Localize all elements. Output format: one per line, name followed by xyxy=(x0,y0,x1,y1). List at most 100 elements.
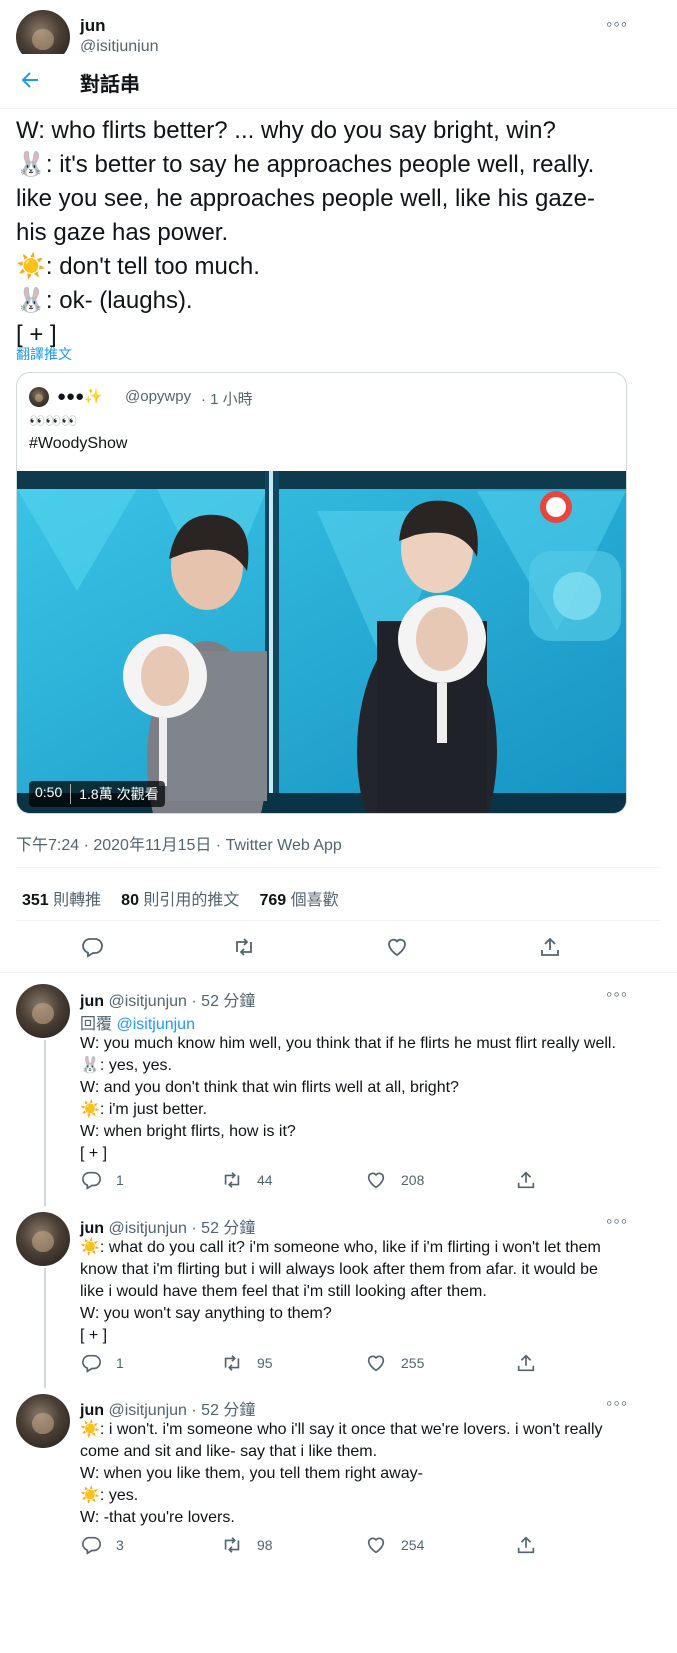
reply-name[interactable]: jun xyxy=(80,1402,104,1419)
replying-to-prefix: 回覆 xyxy=(80,1016,113,1033)
like-action[interactable]: 208 xyxy=(365,1169,424,1191)
more-icon[interactable]: ◦◦◦ xyxy=(606,14,628,35)
reply-line: 🐰: yes, yes. xyxy=(80,1057,172,1074)
quoted-tweet[interactable]: ●●●✨ @opywpy · 1 小時 👀👀👀 #WoodyShow 0:50 … xyxy=(16,372,627,814)
reply-line: [ + ] xyxy=(80,1327,108,1344)
reply-icon xyxy=(82,1354,101,1373)
share-icon xyxy=(541,937,559,956)
quote-time: · 1 小時 xyxy=(201,391,253,408)
user-handle[interactable]: @isitjunjun xyxy=(80,38,159,52)
quote-label: 則引用的推文 xyxy=(143,892,240,909)
tweet-text: W: who flirts better? ... why do you say… xyxy=(16,114,666,352)
tweet-stats: 351 則轉推 80 則引用的推文 769 個喜歡 xyxy=(22,886,339,910)
retweet-icon xyxy=(224,1537,240,1553)
avatar[interactable] xyxy=(16,984,70,1038)
reply-line: ☀️: i'm just better. xyxy=(80,1101,208,1118)
share-action[interactable] xyxy=(515,1169,537,1191)
tweet-line: 🐰: it's better to say he approaches peop… xyxy=(16,151,595,178)
translate-link[interactable]: 翻譯推文 xyxy=(16,344,72,364)
reply-time[interactable]: · 52 分鐘 xyxy=(191,993,255,1010)
retweet-action[interactable]: 95 xyxy=(221,1352,273,1374)
quote-handle: @opywpy xyxy=(125,388,192,405)
reply-handle[interactable]: @isitjunjun xyxy=(108,1402,187,1419)
reply-line: ☀️: i won't. i'm someone who i'll say it… xyxy=(80,1421,603,1438)
tweet-line: ☀️: don't tell too much. xyxy=(16,253,260,280)
reply-line: know that i'm flirting but i will always… xyxy=(80,1261,598,1278)
heart-icon xyxy=(367,1355,385,1372)
reply-action[interactable]: 1 xyxy=(80,1352,124,1374)
reply-icon xyxy=(82,938,103,958)
tweet-line: his gaze has power. xyxy=(16,219,229,246)
share-action[interactable] xyxy=(515,1534,537,1556)
share-icon xyxy=(517,1536,535,1554)
tweet-line: [ + ] xyxy=(16,321,57,348)
reply-button[interactable] xyxy=(80,935,104,964)
quote-stat[interactable]: 80 則引用的推文 xyxy=(121,886,239,910)
more-icon[interactable]: ◦◦◦ xyxy=(606,1211,628,1232)
retweet-icon xyxy=(224,1355,240,1371)
avatar[interactable] xyxy=(16,1394,70,1448)
heart-icon xyxy=(388,938,406,957)
video-player[interactable]: 0:50 1.8萬 次觀看 xyxy=(17,471,626,813)
heart-icon xyxy=(367,1172,385,1189)
reply-text: ☀️: what do you call it? i'm someone who… xyxy=(80,1237,670,1347)
reply-time[interactable]: · 52 分鐘 xyxy=(191,1220,255,1237)
reply-icon xyxy=(82,1536,101,1555)
like-count: 255 xyxy=(401,1355,425,1371)
reply-line: ☀️: what do you call it? i'm someone who… xyxy=(80,1239,601,1256)
retweet-count: 98 xyxy=(257,1537,273,1553)
user-name[interactable]: jun xyxy=(80,16,106,36)
quote-count: 80 xyxy=(121,892,139,909)
retweet-count: 351 xyxy=(22,892,49,909)
quote-hashtag[interactable]: #WoodyShow xyxy=(29,435,127,453)
like-action[interactable]: 255 xyxy=(365,1352,424,1374)
tweet-timestamp[interactable]: 下午7:24 · 2020年11月15日 · Twitter Web App xyxy=(16,831,342,855)
reply-line: [ + ] xyxy=(80,1145,108,1162)
retweet-stat[interactable]: 351 則轉推 xyxy=(22,886,101,910)
reply-name[interactable]: jun xyxy=(80,1220,104,1237)
reply-line: like i would have them feel that i'm sti… xyxy=(80,1283,487,1300)
reply-line: W: -that you're lovers. xyxy=(80,1509,235,1526)
replying-to: 回覆 @isitjunjun xyxy=(80,1010,195,1034)
reply-header: jun @isitjunjun · 52 分鐘 xyxy=(80,1396,255,1420)
back-button[interactable] xyxy=(18,68,46,96)
retweet-action[interactable]: 44 xyxy=(221,1169,273,1191)
nav-bar: 對話串 xyxy=(0,54,677,109)
like-stat[interactable]: 769 個喜歡 xyxy=(259,886,338,910)
reply-action[interactable]: 3 xyxy=(80,1534,124,1556)
quote-line: 👀👀👀 xyxy=(29,413,78,428)
reply-line: W: when you like them, you tell them rig… xyxy=(80,1465,423,1482)
reply-header: jun @isitjunjun · 52 分鐘 xyxy=(80,1214,255,1238)
share-button[interactable] xyxy=(538,935,562,964)
reply-handle[interactable]: @isitjunjun xyxy=(108,1220,187,1237)
retweet-action[interactable]: 98 xyxy=(221,1534,273,1556)
video-views: 1.8萬 次觀看 xyxy=(79,786,159,802)
reply-line: W: when bright flirts, how is it? xyxy=(80,1123,296,1140)
reply-name[interactable]: jun xyxy=(80,993,104,1010)
reply-handle[interactable]: @isitjunjun xyxy=(108,993,187,1010)
replying-to-handle[interactable]: @isitjunjun xyxy=(116,1016,195,1033)
reply-line: ☀️: yes. xyxy=(80,1487,139,1504)
reply-line: W: and you don't think that win flirts w… xyxy=(80,1079,459,1096)
reply-count: 1 xyxy=(116,1355,124,1371)
retweet-icon xyxy=(236,938,252,956)
like-action[interactable]: 254 xyxy=(365,1534,424,1556)
more-icon[interactable]: ◦◦◦ xyxy=(606,984,628,1005)
reply-time[interactable]: · 52 分鐘 xyxy=(191,1402,255,1419)
more-icon[interactable]: ◦◦◦ xyxy=(606,1393,628,1414)
reply-action[interactable]: 1 xyxy=(80,1169,124,1191)
share-action[interactable] xyxy=(515,1352,537,1374)
share-icon xyxy=(517,1171,535,1189)
retweet-label: 則轉推 xyxy=(53,892,102,909)
reply-count: 1 xyxy=(116,1172,124,1188)
arrow-left-icon xyxy=(21,72,38,88)
reply-icon xyxy=(82,1171,101,1190)
retweet-button[interactable] xyxy=(232,935,256,964)
avatar[interactable] xyxy=(16,1212,70,1266)
page-title: 對話串 xyxy=(80,74,140,96)
reply-line: come and sit and like- say that i like t… xyxy=(80,1443,378,1460)
quote-avatar xyxy=(29,387,49,407)
reply-text: ☀️: i won't. i'm someone who i'll say it… xyxy=(80,1419,670,1529)
tweet-line: like you see, he approaches people well,… xyxy=(16,185,596,212)
like-button[interactable] xyxy=(385,935,409,964)
